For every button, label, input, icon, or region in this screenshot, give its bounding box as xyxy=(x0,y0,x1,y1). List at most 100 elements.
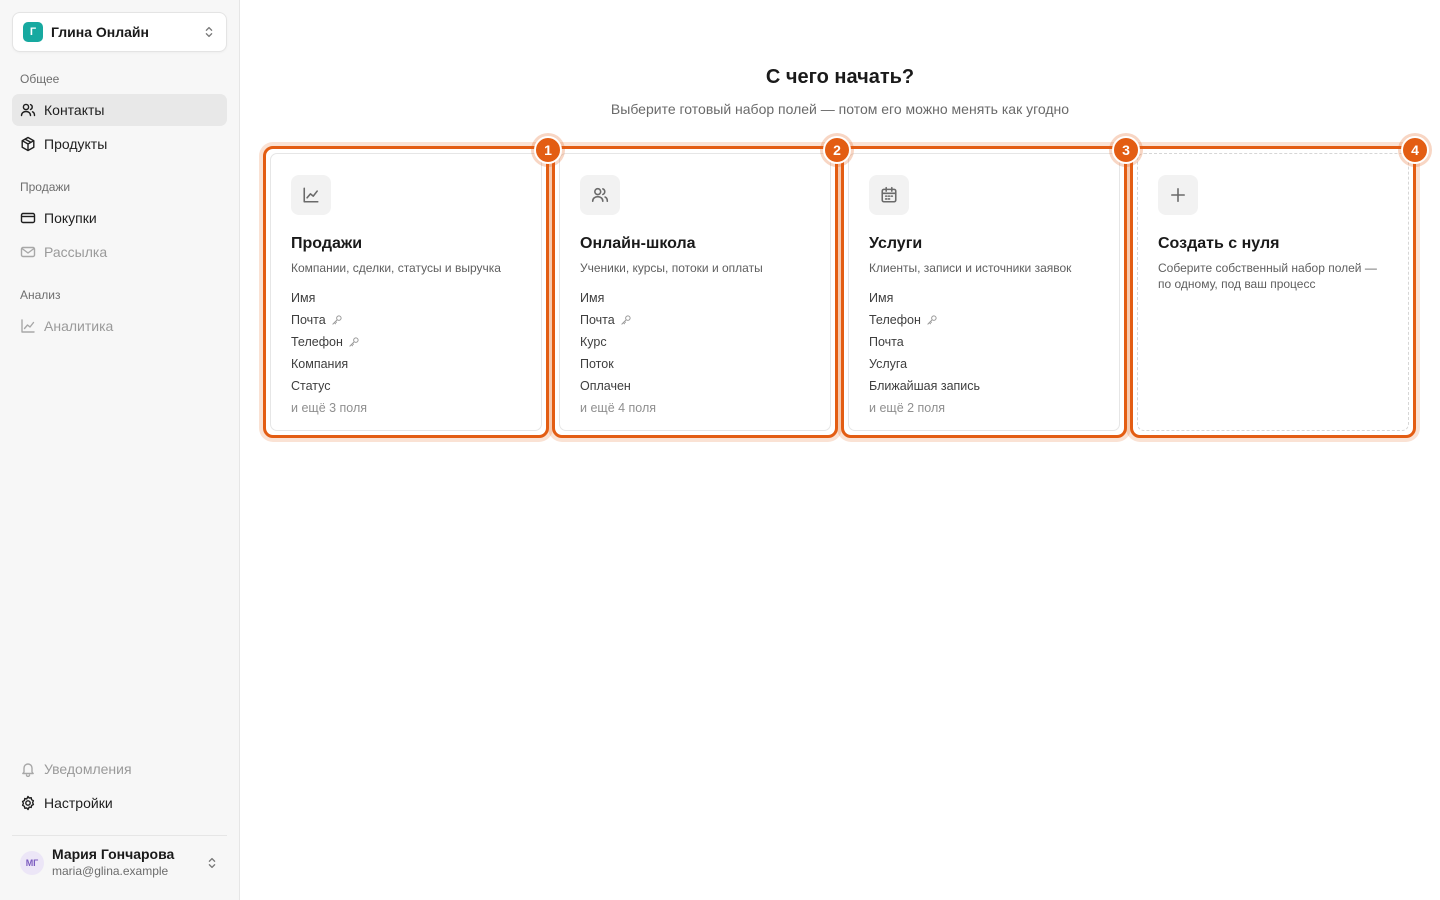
sidebar-item-analytics[interactable]: Аналитика xyxy=(12,310,227,342)
user-menu[interactable]: МГ Мария Гончарова maria@glina.example xyxy=(12,835,227,889)
template-card-from-scratch[interactable]: 4 Создать с нуля Соберите собственный на… xyxy=(1130,136,1429,438)
chevron-up-down-icon xyxy=(205,26,213,38)
field-label: Статус xyxy=(291,379,331,393)
field-label: Почта xyxy=(869,335,904,349)
key-icon xyxy=(927,315,937,325)
field-row: Телефон xyxy=(291,331,541,353)
field-label: Телефон xyxy=(291,335,343,349)
nav-section-general: Общее xyxy=(20,72,60,86)
card-description: Соберите собственный набор полей — по од… xyxy=(1158,261,1377,291)
sidebar-item-settings[interactable]: Настройки xyxy=(12,787,227,819)
field-row: Имя xyxy=(869,287,1119,309)
user-info: Мария Гончарова maria@glina.example xyxy=(52,846,205,879)
field-row: Имя xyxy=(580,287,830,309)
field-row: Поток xyxy=(580,353,830,375)
field-row: Оплачен xyxy=(580,375,830,397)
key-icon xyxy=(332,315,342,325)
card-description: Компании, сделки, статусы и выручка xyxy=(291,261,501,275)
workspace-switcher[interactable]: Г Глина Онлайн xyxy=(12,12,227,52)
chevron-up-down-icon xyxy=(208,857,216,868)
step-badge: 1 xyxy=(534,136,562,164)
field-row: Почта xyxy=(869,331,1119,353)
sidebar-item-mailing[interactable]: Рассылка xyxy=(12,236,227,268)
card-body: Создать с нуля Соберите собственный набо… xyxy=(1137,153,1409,431)
field-label: Ближайшая запись xyxy=(869,379,981,393)
chart-line-icon xyxy=(303,187,319,203)
key-icon xyxy=(349,337,359,347)
more-fields-label: и ещё 2 поля xyxy=(869,401,946,415)
field-row: Статус xyxy=(291,375,541,397)
sidebar: Г Глина Онлайн Общее Контакты Продукты П… xyxy=(0,0,240,900)
page-title: С чего начать? xyxy=(765,66,915,88)
card-icon-container xyxy=(580,175,620,215)
sidebar-item-products[interactable]: Продукты xyxy=(12,128,227,160)
field-label: Оплачен xyxy=(580,379,631,393)
card-description: Клиенты, записи и источники заявок xyxy=(869,261,1072,275)
card-icon-container xyxy=(1158,175,1198,215)
step-badge: 4 xyxy=(1401,136,1429,164)
field-list: Имя Телефон Почта Услуга Ближайшая запись и е… xyxy=(869,287,1119,419)
template-card-online-school[interactable]: 2 Онлайн-школа Ученики, курсы, потоки и … xyxy=(552,136,851,438)
plus-icon xyxy=(1171,188,1185,202)
credit-card-icon xyxy=(20,212,36,224)
field-row: Почта xyxy=(580,309,830,331)
sidebar-item-label: Уведомления xyxy=(44,761,132,777)
package-icon xyxy=(21,136,35,152)
page-subtitle: Выберите готовый набор полей — потом его… xyxy=(610,101,1070,117)
calendar-icon xyxy=(881,186,897,203)
chart-line-icon xyxy=(21,319,35,333)
field-row: Курс xyxy=(580,331,830,353)
field-row: Ближайшая запись xyxy=(869,375,1119,397)
sidebar-item-notifications[interactable]: Уведомления xyxy=(12,753,227,785)
bell-icon xyxy=(22,763,34,777)
card-icon-container xyxy=(291,175,331,215)
field-row: Услуга xyxy=(869,353,1119,375)
users-icon xyxy=(20,103,36,117)
card-title: Услуги xyxy=(869,235,923,252)
gear-icon xyxy=(21,795,35,811)
field-row: Имя xyxy=(291,287,541,309)
field-list: Имя Почта Телефон Компания Статус и ещё 3 пол… xyxy=(291,287,541,419)
field-label: Компания xyxy=(291,357,349,371)
sidebar-item-contacts[interactable]: Контакты xyxy=(12,94,227,126)
field-label: Телефон xyxy=(869,313,921,327)
card-description: Ученики, курсы, потоки и оплаты xyxy=(580,261,763,275)
field-label: Имя xyxy=(869,291,894,305)
users-icon xyxy=(591,187,609,202)
sidebar-item-label: Контакты xyxy=(44,102,105,118)
card-icon-container xyxy=(869,175,909,215)
field-list: Имя Почта Курс Поток Оплачен и ещё 4 поля xyxy=(580,287,830,419)
sidebar-item-label: Продукты xyxy=(44,136,108,152)
field-label: Имя xyxy=(291,291,316,305)
field-row: Почта xyxy=(291,309,541,331)
sidebar-item-label: Покупки xyxy=(44,210,97,226)
card-title: Создать с нуля xyxy=(1158,235,1280,252)
sidebar-item-label: Рассылка xyxy=(44,244,108,260)
field-label: Почта xyxy=(291,313,326,327)
nav-section-analysis: Анализ xyxy=(20,288,61,302)
field-label: Имя xyxy=(580,291,605,305)
sidebar-item-label: Аналитика xyxy=(44,318,114,334)
field-label: Поток xyxy=(580,357,614,371)
card-title: Продажи xyxy=(291,235,363,252)
field-label: Услуга xyxy=(869,357,908,371)
user-email: maria@glina.example xyxy=(52,863,169,878)
avatar: МГ xyxy=(20,850,44,875)
field-label: Почта xyxy=(580,313,615,327)
card-body: Продажи Компании, сделки, статусы и выру… xyxy=(270,153,542,431)
card-title: Онлайн-школа xyxy=(580,235,696,252)
more-fields-label: и ещё 3 поля xyxy=(291,401,368,415)
sidebar-item-purchases[interactable]: Покупки xyxy=(12,202,227,234)
template-card-sales[interactable]: 1 Продажи Компании, сделки, статусы и вы… xyxy=(263,136,562,438)
field-label: Курс xyxy=(580,335,607,349)
nav-section-sales: Продажи xyxy=(20,180,71,194)
field-row: Телефон xyxy=(869,309,1119,331)
workspace-avatar: Г xyxy=(23,22,43,42)
sidebar-item-label: Настройки xyxy=(44,795,113,811)
template-card-services[interactable]: 3 Услуги Клиенты, записи и источники зая… xyxy=(841,136,1140,438)
mail-icon xyxy=(20,246,36,258)
field-row: Компания xyxy=(291,353,541,375)
more-fields-label: и ещё 4 поля xyxy=(580,401,657,415)
workspace-name: Глина Онлайн xyxy=(51,24,149,40)
user-name: Мария Гончарова xyxy=(52,846,175,863)
